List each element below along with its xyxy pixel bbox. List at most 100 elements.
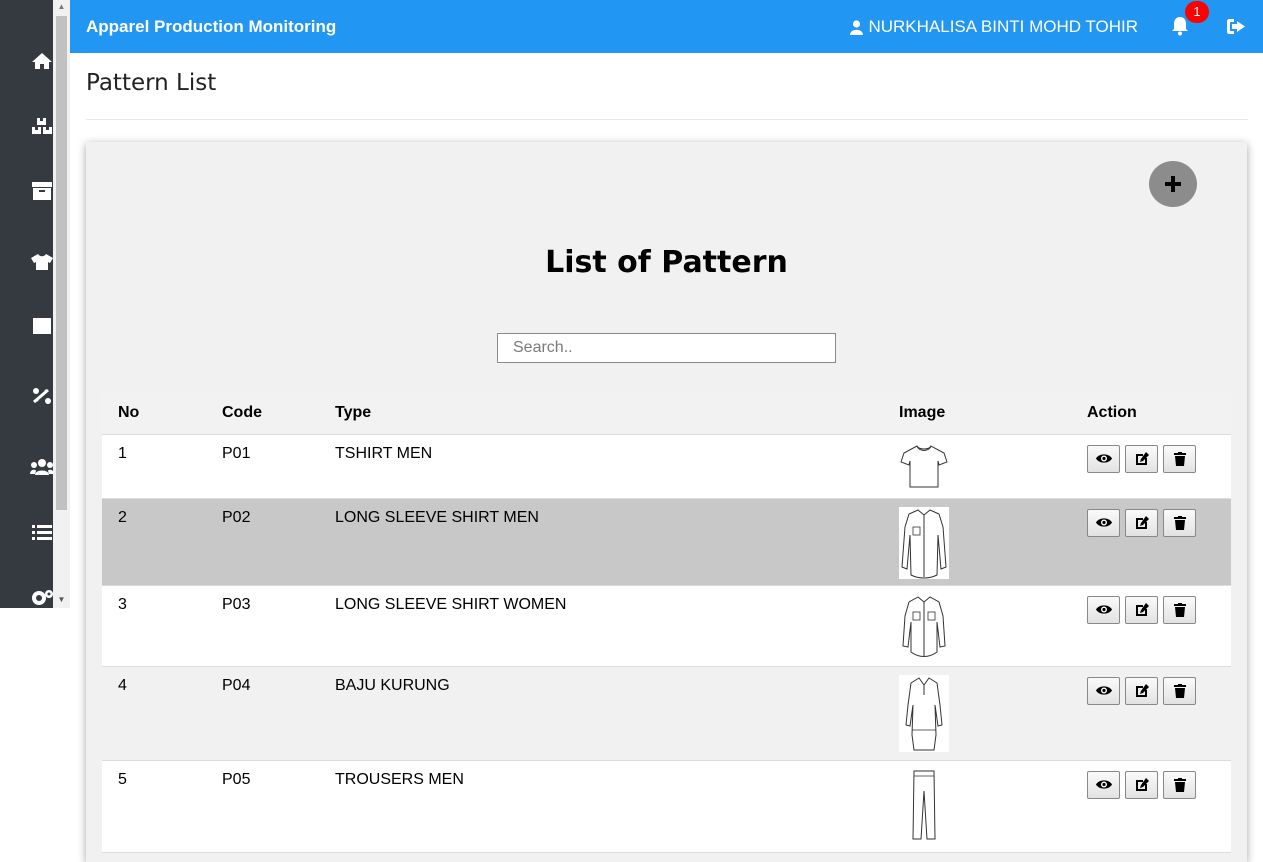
cell-code: P02	[222, 508, 251, 526]
column-header-image[interactable]: Image	[883, 393, 1071, 435]
edit-button[interactable]	[1125, 444, 1158, 473]
eye-icon	[1095, 605, 1112, 614]
edit-button[interactable]	[1125, 508, 1158, 537]
table-row[interactable]: 5 P05 TROUSERS MEN	[102, 760, 1231, 852]
logout-button[interactable]	[1227, 18, 1247, 36]
scroll-up-arrow-icon[interactable]: ▲	[56, 2, 67, 12]
column-header-code[interactable]: Code	[206, 393, 319, 435]
cell-type: LONG SLEEVE SHIRT WOMEN	[335, 595, 567, 613]
archive-icon[interactable]	[30, 179, 54, 203]
table-row[interactable]: 1 P01 TSHIRT MEN	[102, 434, 1231, 498]
table-header-row: No Code Type Image Action	[102, 393, 1231, 435]
edit-icon	[1135, 515, 1149, 529]
cell-code: P04	[222, 676, 251, 694]
trash-icon	[1173, 515, 1186, 530]
delete-button[interactable]	[1163, 595, 1196, 624]
eye-icon	[1095, 686, 1112, 695]
user-menu[interactable]: NURKHALISA BINTI MOHD TOHIR	[850, 17, 1138, 37]
column-header-type[interactable]: Type	[319, 393, 883, 435]
cell-type: TROUSERS MEN	[335, 770, 464, 788]
search-input[interactable]	[497, 333, 836, 363]
column-header-action[interactable]: Action	[1071, 393, 1231, 435]
users-icon[interactable]	[30, 455, 54, 479]
long-sleeve-shirt-men-image[interactable]	[899, 506, 949, 579]
cell-type: TSHIRT MEN	[335, 444, 433, 462]
cell-actions	[1071, 498, 1231, 585]
sign-out-icon	[1227, 19, 1245, 34]
delete-button[interactable]	[1163, 676, 1196, 705]
home-icon[interactable]	[30, 49, 54, 73]
pattern-table: No Code Type Image Action 1 P01 TSHIRT M…	[102, 393, 1231, 853]
cell-no: 5	[118, 770, 127, 788]
cell-no: 4	[118, 676, 127, 694]
settings-icon[interactable]	[30, 586, 54, 610]
delete-button[interactable]	[1163, 444, 1196, 473]
view-button[interactable]	[1087, 444, 1120, 473]
notification-count-badge: 1	[1185, 1, 1209, 23]
add-pattern-button[interactable]	[1149, 161, 1197, 207]
trash-icon	[1173, 683, 1186, 698]
square-icon[interactable]	[30, 314, 54, 338]
column-header-no[interactable]: No	[102, 393, 206, 435]
view-button[interactable]	[1087, 595, 1120, 624]
baju-kurung-image[interactable]	[899, 674, 949, 752]
sidebar-scroll-thumb[interactable]	[56, 16, 67, 510]
cell-actions	[1071, 666, 1231, 760]
table-row[interactable]: 4 P04 BAJU KURUNG	[102, 666, 1231, 760]
long-sleeve-shirt-women-image[interactable]	[899, 593, 949, 658]
boxes-icon[interactable]	[30, 114, 54, 138]
tshirt-sketch-image[interactable]	[899, 442, 949, 489]
edit-icon	[1135, 451, 1149, 465]
user-name: NURKHALISA BINTI MOHD TOHIR	[868, 17, 1138, 36]
cell-image	[883, 760, 1071, 852]
eye-icon	[1095, 454, 1112, 463]
edit-icon	[1135, 777, 1149, 791]
edit-button[interactable]	[1125, 595, 1158, 624]
scroll-down-arrow-icon[interactable]: ▼	[56, 595, 67, 605]
table-row[interactable]: 2 P02 LONG SLEEVE SHIRT MEN	[102, 498, 1231, 585]
eye-icon	[1095, 780, 1112, 789]
table-row[interactable]: 3 P03 LONG SLEEVE SHIRT WOMEN	[102, 585, 1231, 666]
edit-button[interactable]	[1125, 676, 1158, 705]
view-button[interactable]	[1087, 676, 1120, 705]
cell-image	[883, 585, 1071, 666]
user-icon	[850, 19, 864, 35]
eye-icon	[1095, 518, 1112, 527]
trash-icon	[1173, 602, 1186, 617]
edit-icon	[1135, 602, 1149, 616]
cell-no: 1	[118, 444, 127, 462]
cell-type: BAJU KURUNG	[335, 676, 450, 694]
divider	[86, 119, 1248, 120]
list-heading: List of Pattern	[545, 245, 788, 280]
cell-no: 2	[118, 508, 127, 526]
cell-code: P05	[222, 770, 251, 788]
delete-button[interactable]	[1163, 770, 1196, 799]
cell-actions	[1071, 434, 1231, 498]
trash-icon	[1173, 777, 1186, 792]
top-navbar: Apparel Production Monitoring NURKHALISA…	[70, 0, 1263, 53]
cell-type: LONG SLEEVE SHIRT MEN	[335, 508, 539, 526]
app-brand[interactable]: Apparel Production Monitoring	[86, 17, 336, 37]
cell-actions	[1071, 585, 1231, 666]
tshirt-icon[interactable]	[30, 250, 54, 274]
cell-code: P03	[222, 595, 251, 613]
trousers-image[interactable]	[911, 768, 937, 841]
trash-icon	[1173, 451, 1186, 466]
view-button[interactable]	[1087, 770, 1120, 799]
plus-icon	[1165, 176, 1181, 192]
delete-button[interactable]	[1163, 508, 1196, 537]
sidebar: ▲ ▼	[0, 0, 70, 608]
cell-no: 3	[118, 595, 127, 613]
list-icon[interactable]	[30, 520, 54, 544]
ruler-icon[interactable]	[30, 384, 54, 408]
cell-image	[883, 434, 1071, 498]
cell-code: P01	[222, 444, 251, 462]
cell-actions	[1071, 760, 1231, 852]
cell-image	[883, 666, 1071, 760]
edit-button[interactable]	[1125, 770, 1158, 799]
edit-icon	[1135, 683, 1149, 697]
cell-image	[883, 498, 1071, 585]
pattern-list-card: List of Pattern No Code Type Image Actio…	[86, 142, 1247, 862]
view-button[interactable]	[1087, 508, 1120, 537]
page-title: Pattern List	[86, 70, 217, 96]
